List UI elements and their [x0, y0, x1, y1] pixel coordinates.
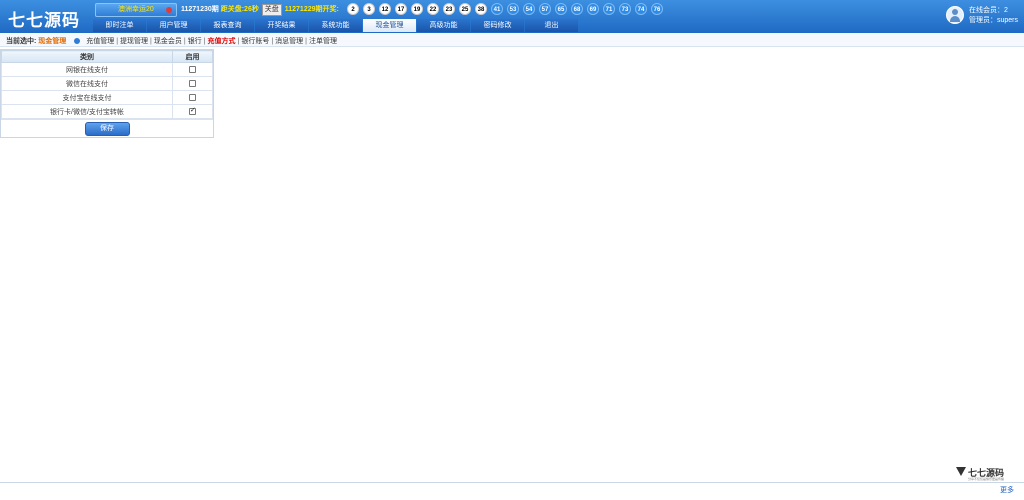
- result-ball: 22: [427, 3, 439, 15]
- nav-tab-8[interactable]: 密码修改: [471, 19, 524, 32]
- sub-nav-link[interactable]: 银行账号: [241, 38, 269, 45]
- sub-nav-link[interactable]: 充值方式: [208, 38, 236, 45]
- enable-checkbox[interactable]: [189, 93, 196, 101]
- result-ball: 17: [395, 3, 407, 15]
- nav-tab-7[interactable]: 高级功能: [417, 19, 470, 32]
- result-ball: 71: [603, 3, 615, 15]
- result-ball: 19: [411, 3, 423, 15]
- previous-issue: 11271229期开奖:: [284, 6, 339, 13]
- footer-divider: [0, 482, 1024, 483]
- table-header-row: 类别 启用: [1, 50, 213, 63]
- enable-cell: [172, 62, 213, 77]
- main-nav: 即时注单 用户管理 报表查询 开奖结果 系统功能 现金管理 高级功能 密码修改 退出: [93, 19, 578, 32]
- payment-method-name: 支付宝在线支付: [1, 90, 173, 105]
- sub-nav-link[interactable]: 现金会员: [154, 38, 182, 45]
- breadcrumb-separator: |: [183, 38, 186, 45]
- breadcrumb-separator: |: [116, 38, 119, 45]
- breadcrumb-separator: |: [203, 38, 206, 45]
- close-button[interactable]: 关盘: [261, 4, 282, 16]
- nav-tab-4[interactable]: 开奖结果: [255, 19, 308, 32]
- top-header: 七七源码 澳洲幸运20 11271230期 距关盘:26秒 关盘 1127122…: [0, 0, 1024, 33]
- breadcrumb-label: 当前选中:: [6, 38, 37, 45]
- close-countdown: 距关盘:26秒: [220, 6, 259, 13]
- payment-method-panel: 类别 启用 网银在线支付微信在线支付支付宝在线支付银行卡/微信/支付宝转帐 保存: [0, 49, 214, 138]
- bullet-icon: [74, 38, 81, 44]
- result-ball: 41: [491, 3, 503, 15]
- enable-checkbox[interactable]: [189, 79, 196, 87]
- nav-tab-5[interactable]: 系统功能: [309, 19, 362, 32]
- issue-info: 11271230期 距关盘:26秒 关盘 11271229期开奖:: [181, 3, 339, 17]
- lottery-select-label: 澳洲幸运20: [118, 6, 154, 13]
- enable-checkbox[interactable]: [189, 106, 196, 115]
- sub-nav-link[interactable]: 提现管理: [120, 38, 148, 45]
- result-ball: 57: [539, 3, 551, 15]
- admin-name: 管理员：supers: [969, 17, 1019, 24]
- online-members: 在线会员：2: [969, 7, 1008, 14]
- breadcrumb-current: 现金管理: [38, 38, 67, 45]
- table-row: 支付宝在线支付: [1, 90, 213, 105]
- table-row: 银行卡/微信/支付宝转帐: [1, 104, 213, 119]
- nav-tab-9[interactable]: 退出: [525, 19, 578, 32]
- sub-nav-bar: 当前选中: 现金管理 充值管理 | 提现管理 | 现金会员 | 银行 | 充值方式 | 银行账号 | 消…: [0, 33, 1024, 47]
- footer-tagline: 分享不仅仅是快乐更是传播: [968, 477, 1005, 481]
- save-button[interactable]: 保存: [84, 122, 130, 136]
- breadcrumb-separator: |: [305, 38, 307, 45]
- payment-method-table: 类别 启用 网银在线支付 微信在线支付 支付宝在线支付 银行卡/微信/支付宝转帐: [1, 50, 213, 119]
- footer-logo: 七七源码 分享不仅仅是快乐更是传播: [956, 466, 1020, 482]
- result-ball: 65: [555, 3, 567, 15]
- nav-tab-1[interactable]: 即时注单: [93, 19, 146, 32]
- result-ball: 25: [459, 3, 471, 15]
- breadcrumb-separator: |: [237, 38, 240, 45]
- column-header-enable: 启用: [172, 50, 213, 63]
- payment-method-name: 银行卡/微信/支付宝转帐: [1, 104, 173, 119]
- breadcrumb: 当前选中: 现金管理 充值管理 | 提现管理 | 现金会员 | 银行 | 充值方式 | 银行账号 | 消…: [6, 36, 337, 46]
- payment-method-name: 微信在线支付: [1, 76, 173, 91]
- breadcrumb-separator: |: [271, 38, 274, 45]
- result-ball: 73: [619, 3, 631, 15]
- user-info: 在线会员：2 管理员：supers: [946, 4, 1022, 28]
- enable-checkbox[interactable]: [189, 65, 196, 73]
- result-ball: 76: [651, 3, 663, 15]
- result-ball: 3: [363, 3, 375, 15]
- lottery-select[interactable]: 澳洲幸运20: [95, 3, 177, 17]
- result-ball: 69: [587, 3, 599, 15]
- payment-method-name: 网银在线支付: [1, 62, 173, 77]
- logo-mark-icon: [956, 467, 966, 476]
- result-ball: 23: [443, 3, 455, 15]
- nav-tab-3[interactable]: 报表查询: [201, 19, 254, 32]
- table-body: 网银在线支付 微信在线支付 支付宝在线支付 银行卡/微信/支付宝转帐: [1, 62, 213, 119]
- table-row: 网银在线支付: [1, 62, 213, 77]
- nav-tab-6[interactable]: 现金管理: [363, 19, 416, 32]
- enable-cell: [172, 104, 213, 119]
- result-ball: 2: [347, 3, 359, 15]
- draw-result-balls: 2 3 12 17 19 22 23 25 38 41 53 54 57 65 68 69 71 73 74 76: [347, 3, 667, 17]
- sub-nav-link[interactable]: 消息管理: [275, 38, 303, 45]
- breadcrumb-separator: |: [150, 38, 152, 45]
- nav-tab-2[interactable]: 用户管理: [147, 19, 200, 32]
- result-ball: 54: [523, 3, 535, 15]
- result-ball: 38: [475, 3, 487, 15]
- enable-cell: [172, 76, 213, 91]
- sub-nav-link[interactable]: 银行: [188, 38, 202, 45]
- more-link[interactable]: 更多: [1000, 485, 1014, 495]
- table-row: 微信在线支付: [1, 76, 213, 91]
- site-logo: 七七源码: [8, 11, 80, 31]
- sub-nav-link[interactable]: 注单管理: [309, 38, 337, 45]
- dropdown-arrow-icon: [166, 7, 172, 13]
- result-ball: 53: [507, 3, 519, 15]
- result-ball: 12: [379, 3, 391, 15]
- result-ball: 74: [635, 3, 647, 15]
- result-ball: 68: [571, 3, 583, 15]
- enable-cell: [172, 90, 213, 105]
- sub-nav-link[interactable]: 充值管理: [86, 38, 114, 45]
- column-header-type: 类别: [1, 50, 173, 63]
- user-avatar-icon[interactable]: [946, 6, 964, 24]
- save-row: 保存: [1, 119, 213, 137]
- current-issue: 11271230期: [181, 6, 219, 13]
